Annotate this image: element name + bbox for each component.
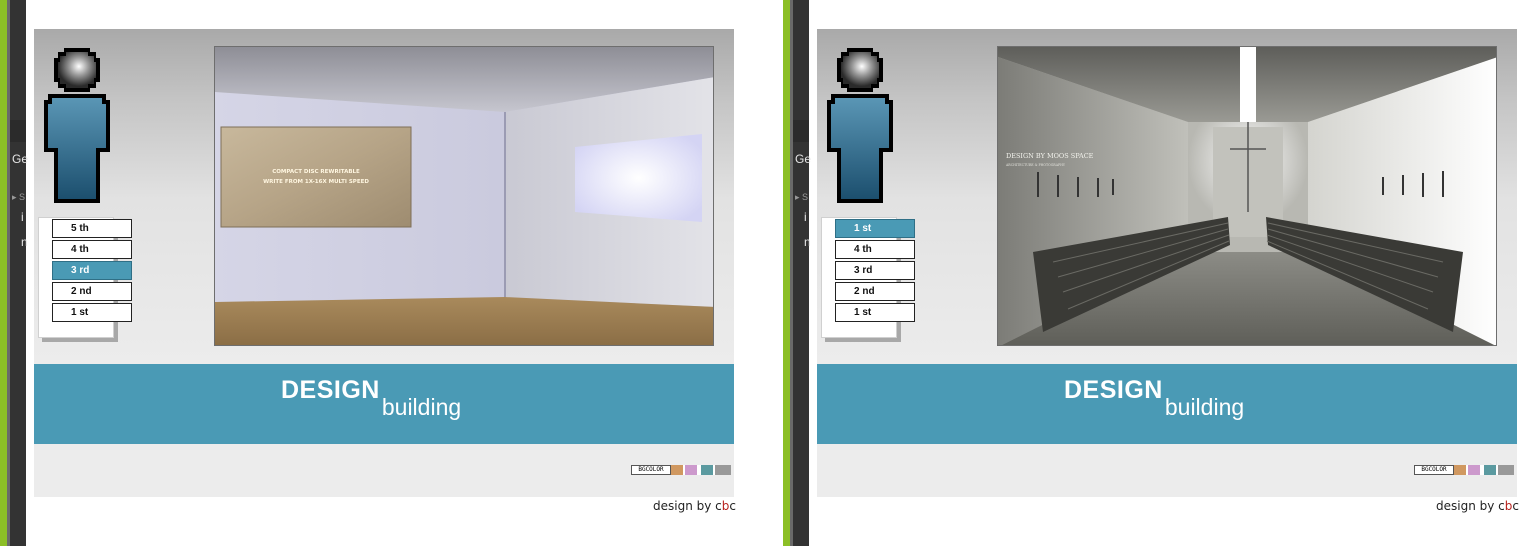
credit-c: c [1498,499,1505,513]
side-fragment: Ge [795,152,812,166]
right-panel: 1 st 4 th 3 rd 2 nd 1 st DESIGN BY MOOS … [817,29,1517,497]
credit-c: c [715,499,722,513]
floor-button-3rd[interactable]: 3 rd [835,261,915,280]
bgcolor-picker: BGCOLOR [631,465,731,475]
side-fragment: ▸ S [795,192,809,202]
left-dark-band [10,120,26,142]
right-dark-band [793,120,809,142]
photo-engraving-line1: COMPACT DISC REWRITABLE [272,169,360,175]
floor-button-4th[interactable]: 4 th [52,240,132,259]
banner-word-building: building [381,394,462,420]
bgcolor-swatch[interactable] [701,465,713,475]
photo-caption-line1: DESIGN BY MOOS SPACE [1006,152,1094,160]
credit-text: design by cbc [1436,499,1519,513]
floor-button-1st[interactable]: 1 st [835,303,915,322]
design-building-banner: DESIGNbuilding [34,364,734,444]
credit-c: c [729,499,736,513]
right-dark-strip [793,0,809,546]
right-green-bar [783,0,790,546]
bgcolor-swatch[interactable] [671,465,683,475]
bgcolor-swatch[interactable] [1484,465,1496,475]
credit-text: design by cbc [653,499,736,513]
floor-button-1st[interactable]: 1 st [52,303,132,322]
gallery-photo-room: COMPACT DISC REWRITABLE WRITE FROM 1X-16… [214,46,714,346]
left-dark-strip [10,0,26,546]
banner-word-building: building [1164,394,1245,420]
bgcolor-swatch[interactable] [1498,465,1514,475]
side-fragment: i [21,210,24,224]
credit-prefix: design by [653,499,716,513]
gallery-photo-chapel: DESIGN BY MOOS SPACE ARCHITECTURE & PHOT… [997,46,1497,346]
credit-prefix: design by [1436,499,1499,513]
side-fragment: Ge [12,152,29,166]
photo-caption-line2: ARCHITECTURE & PHOTOGRAPHY [1005,163,1066,167]
side-fragment: n [21,235,28,249]
side-fragment: ▸ S [12,192,26,202]
side-fragment: i [804,210,807,224]
bgcolor-swatch[interactable] [685,465,697,475]
floor-button-5th[interactable]: 5 th [52,219,132,238]
floor-button-1st[interactable]: 1 st [835,219,915,238]
left-panel: 5 th 4 th 3 rd 2 nd 1 st COMPACT DISC RE… [34,29,734,497]
bgcolor-label: BGCOLOR [631,465,671,475]
floor-button-2nd[interactable]: 2 nd [835,282,915,301]
design-building-banner: DESIGNbuilding [817,364,1517,444]
left-green-bar [0,0,7,546]
bgcolor-swatch[interactable] [1454,465,1466,475]
banner-word-design: DESIGN [1064,376,1163,404]
floor-button-3rd[interactable]: 3 rd [52,261,132,280]
bgcolor-swatch[interactable] [715,465,731,475]
bgcolor-swatch[interactable] [1468,465,1480,475]
floor-button-2nd[interactable]: 2 nd [52,282,132,301]
building-person-icon [44,48,110,203]
bgcolor-picker: BGCOLOR [1414,465,1514,475]
credit-c: c [1512,499,1519,513]
banner-word-design: DESIGN [281,376,380,404]
bgcolor-label: BGCOLOR [1414,465,1454,475]
building-person-icon [827,48,893,203]
side-fragment: n [804,235,811,249]
photo-engraving-line2: WRITE FROM 1X-16X MULTI SPEED [263,179,369,185]
floor-button-4th[interactable]: 4 th [835,240,915,259]
